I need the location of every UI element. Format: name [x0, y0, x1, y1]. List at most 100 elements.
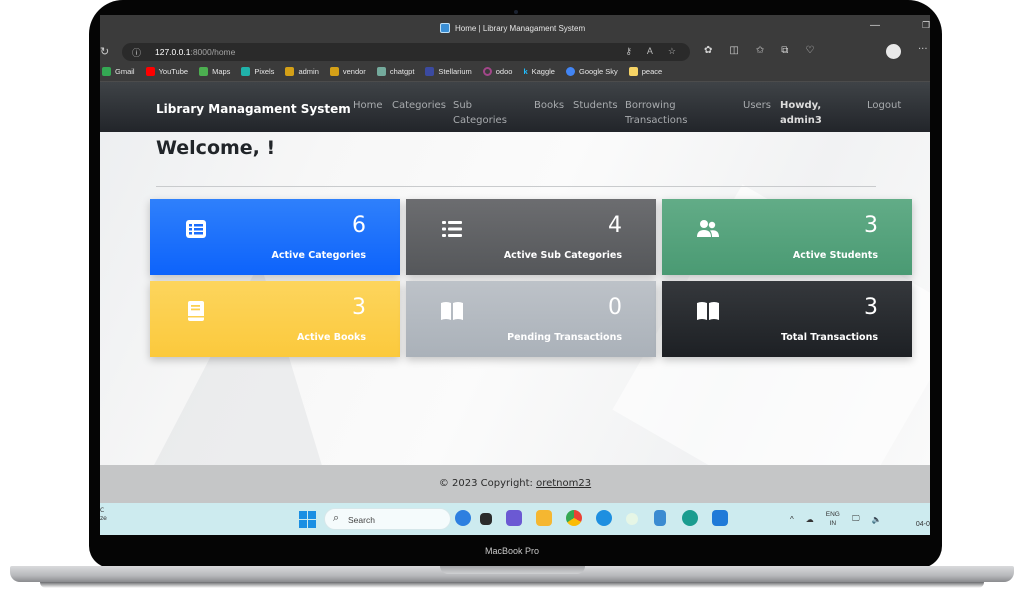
minimize-icon[interactable]: —: [870, 20, 880, 31]
bookmark-gmail[interactable]: Gmail: [102, 67, 135, 76]
restore-icon[interactable]: ❐: [922, 20, 930, 31]
google-icon: [565, 67, 575, 76]
favorite-star-icon[interactable]: ☆: [668, 46, 676, 57]
divider: [156, 186, 876, 187]
volume-icon[interactable]: 🔈: [872, 515, 882, 524]
nav-home[interactable]: Home: [353, 98, 383, 113]
skype-icon[interactable]: [596, 510, 612, 526]
bookmarks-bar: Gmail YouTube Maps Pixels admin vendor c…: [100, 62, 930, 82]
footer: © 2023 Copyright: oretnom23: [100, 465, 930, 503]
bookmark-youtube[interactable]: YouTube: [145, 67, 188, 76]
task-view-icon[interactable]: [480, 513, 492, 525]
nav-borrowing-transactions[interactable]: Borrowing Transactions: [625, 98, 695, 128]
bookmark-kaggle[interactable]: k Kaggle: [523, 67, 555, 76]
teams-icon[interactable]: [506, 510, 522, 526]
onedrive-icon[interactable]: ☁: [806, 515, 814, 524]
users-icon: [697, 220, 719, 237]
copyright-text: © 2023 Copyright:: [438, 478, 537, 489]
edge-icon[interactable]: [682, 510, 698, 526]
taskbar-search[interactable]: ⌕ Search: [324, 508, 451, 530]
nav-books[interactable]: Books: [534, 98, 564, 113]
chevron-up-icon[interactable]: ^: [790, 515, 794, 524]
device-label: MacBook Pro: [484, 546, 540, 556]
card-value: 3: [352, 295, 366, 320]
nav-users[interactable]: Users: [743, 98, 771, 113]
clock-app-icon[interactable]: [626, 513, 638, 525]
welcome-heading: Welcome, !: [156, 137, 276, 159]
profile-avatar-icon[interactable]: [886, 44, 901, 59]
clock-date: 04-07-2: [915, 521, 930, 528]
favicon-icon: [440, 23, 450, 33]
bookmark-chatgpt[interactable]: chatgpt: [376, 67, 414, 76]
bookmark-pixels[interactable]: Pixels: [241, 67, 274, 76]
chrome-icon[interactable]: [566, 510, 582, 526]
windows-start-icon[interactable]: [299, 511, 316, 528]
search-icon: ⌕: [333, 512, 340, 524]
card-pending-transactions[interactable]: 0 Pending Transactions: [406, 281, 656, 357]
url-path: :8000/home: [190, 47, 236, 57]
stellarium-icon: [425, 67, 435, 76]
card-value: 3: [864, 295, 878, 320]
bookmark-vendor[interactable]: vendor: [329, 67, 366, 76]
extensions-icon[interactable]: ✿: [704, 45, 712, 56]
author-link[interactable]: oretnom23: [536, 478, 591, 489]
card-value: 6: [352, 213, 366, 238]
list-icon: [442, 221, 462, 237]
nav-sub-categories[interactable]: Sub Categories: [453, 98, 513, 128]
bookmark-admin[interactable]: admin: [285, 67, 319, 76]
taskbar-clock[interactable]: 1 04-07-2: [900, 508, 930, 530]
split-screen-icon[interactable]: ◫: [729, 45, 738, 56]
bing-icon[interactable]: [455, 510, 471, 526]
browser-titlebar: Home | Library Managament System — ❐: [100, 15, 930, 42]
tab-title: Home | Library Managament System: [455, 23, 586, 33]
collections-icon[interactable]: ⧉: [781, 45, 788, 56]
bookmark-google-sky[interactable]: Google Sky: [565, 67, 618, 76]
logout-link[interactable]: Logout: [867, 98, 901, 113]
book-open-icon: [697, 302, 719, 320]
url-host: 127.0.0.1: [155, 47, 191, 57]
youtube-icon: [145, 67, 155, 76]
card-total-transactions[interactable]: 3 Total Transactions: [662, 281, 912, 357]
vendor-icon: [329, 67, 339, 76]
card-active-sub-categories[interactable]: 4 Active Sub Categories: [406, 199, 656, 275]
card-value: 0: [608, 295, 622, 320]
card-active-students[interactable]: 3 Active Students: [662, 199, 912, 275]
card-value: 4: [608, 213, 622, 238]
bookmark-stellarium[interactable]: Stellarium: [425, 67, 472, 76]
read-aloud-icon[interactable]: A: [647, 46, 653, 57]
reload-icon[interactable]: ↻: [100, 45, 109, 58]
screen: Home | Library Managament System — ❐ ↻ ⓘ…: [100, 15, 930, 535]
info-icon[interactable]: ⓘ: [132, 46, 141, 59]
vscode-icon[interactable]: [712, 510, 728, 526]
bookmark-maps[interactable]: Maps: [199, 67, 230, 76]
card-active-categories[interactable]: 6 Active Categories: [150, 199, 400, 275]
key-icon[interactable]: ⚷: [625, 46, 632, 57]
navbar-brand[interactable]: Library Managament System: [156, 102, 351, 116]
weather-widget[interactable]: Cze: [100, 507, 107, 523]
favorites-icon[interactable]: ✩: [756, 45, 764, 56]
card-label: Active Sub Categories: [503, 250, 622, 261]
nav-categories[interactable]: Categories: [392, 98, 446, 113]
file-explorer-icon[interactable]: [536, 510, 552, 526]
card-label: Total Transactions: [781, 332, 878, 343]
more-menu-icon[interactable]: ···: [918, 44, 928, 55]
camera: [514, 10, 518, 14]
table-list-icon: [186, 220, 206, 238]
card-active-books[interactable]: 3 Active Books: [150, 281, 400, 357]
performance-icon[interactable]: ♡: [805, 45, 814, 56]
page-content: Library Managament System Home Categorie…: [100, 82, 930, 485]
url-input[interactable]: ⓘ 127.0.0.1:8000/home ⚷ A ☆: [122, 43, 690, 61]
nav-students[interactable]: Students: [573, 98, 618, 113]
kaggle-icon: k: [523, 67, 528, 76]
pixels-icon: [241, 67, 251, 76]
bookmark-odoo[interactable]: odoo: [482, 67, 512, 76]
network-icon[interactable]: 🖵: [852, 514, 860, 524]
gmail-icon: [102, 67, 111, 76]
language-indicator[interactable]: ENG IN: [826, 510, 840, 528]
card-label: Active Students: [792, 250, 878, 261]
address-bar-row: ↻ ⓘ 127.0.0.1:8000/home ⚷ A ☆ ✿ ◫ ✩ ⧉ ♡ …: [100, 42, 930, 62]
book-open-icon: [441, 302, 463, 320]
bookmark-peace[interactable]: peace: [628, 67, 662, 76]
notepad-icon[interactable]: [654, 510, 666, 526]
browser-tab[interactable]: Home | Library Managament System: [440, 23, 585, 33]
